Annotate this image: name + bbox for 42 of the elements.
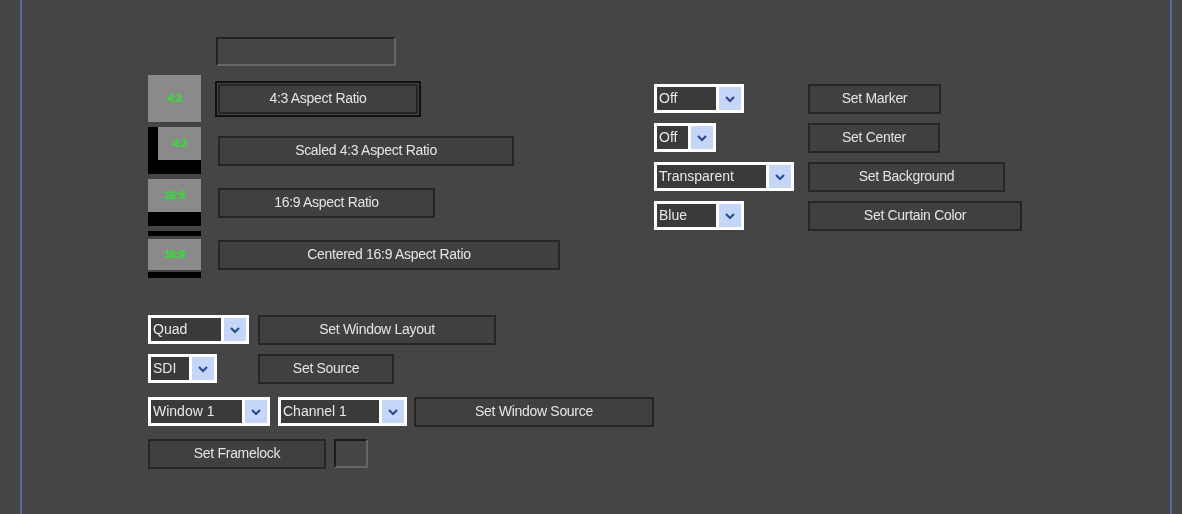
action-button[interactable]: Centered 16:9 Aspect Ratio xyxy=(218,239,560,270)
icon-label: 16:9 xyxy=(164,247,185,263)
action-button[interactable]: Set Curtain Color xyxy=(808,200,1022,231)
dropdown-value: Off xyxy=(657,87,716,110)
dropdown[interactable]: Channel 1 xyxy=(278,397,407,426)
dropdown[interactable]: Off xyxy=(654,84,744,113)
action-button[interactable]: Set Window Layout xyxy=(258,314,496,345)
dropdown[interactable]: Window 1 xyxy=(148,397,270,426)
action-button[interactable]: Set Framelock xyxy=(148,438,326,469)
dropdown-value: Quad xyxy=(151,318,221,341)
input-field[interactable] xyxy=(216,37,396,66)
dropdown-value: Transparent xyxy=(657,165,766,188)
action-button[interactable]: Set Window Source xyxy=(414,396,654,427)
dropdown[interactable]: Blue xyxy=(654,201,744,230)
action-button[interactable]: Set Marker xyxy=(808,83,941,114)
dropdown-value: Off xyxy=(657,126,688,149)
icon-label: 4:3 xyxy=(167,91,182,107)
chevron-down-icon[interactable] xyxy=(719,87,741,110)
dropdown-value: Channel 1 xyxy=(281,400,379,423)
dropdown-value: Window 1 xyxy=(151,400,242,423)
action-button[interactable]: Set Background xyxy=(808,161,1005,192)
chevron-down-icon[interactable] xyxy=(382,400,404,423)
dropdown-value: Blue xyxy=(657,204,716,227)
chevron-down-icon[interactable] xyxy=(769,165,791,188)
dropdown[interactable]: Quad xyxy=(148,315,249,344)
action-button[interactable]: Scaled 4:3 Aspect Ratio xyxy=(218,135,514,166)
icon-label: 4:3 xyxy=(172,136,187,152)
dropdown[interactable]: SDI xyxy=(148,354,217,383)
chevron-down-icon[interactable] xyxy=(192,357,214,380)
action-button[interactable]: Set Source xyxy=(258,353,394,384)
chevron-down-icon[interactable] xyxy=(691,126,713,149)
dropdown[interactable]: Transparent xyxy=(654,162,794,191)
dropdown-value: SDI xyxy=(151,357,189,380)
chevron-down-icon[interactable] xyxy=(224,318,246,341)
action-button[interactable]: Set Center xyxy=(808,122,940,153)
checkbox[interactable] xyxy=(334,439,368,468)
dropdown[interactable]: Off xyxy=(654,123,716,152)
chevron-down-icon[interactable] xyxy=(245,400,267,423)
chevron-down-icon[interactable] xyxy=(719,204,741,227)
action-button[interactable]: 4:3 Aspect Ratio xyxy=(218,83,418,114)
action-button[interactable]: 16:9 Aspect Ratio xyxy=(218,187,435,218)
icon-label: 16:9 xyxy=(164,188,185,204)
